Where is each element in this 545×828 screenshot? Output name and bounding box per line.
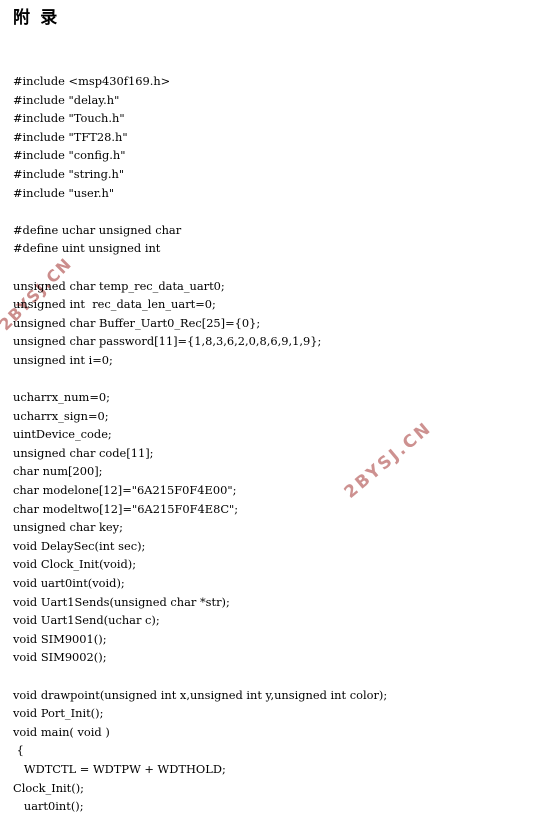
code-line: unsigned int i=0; <box>13 352 113 367</box>
code-line: unsigned char temp_rec_data_uart0; <box>13 278 225 293</box>
code-line: ucharrx_sign=0; <box>13 408 109 423</box>
code-line: void Uart1Send(uchar c); <box>13 613 160 628</box>
code-line: unsigned char key; <box>13 520 123 535</box>
source-code-block: #include <msp430f169.h> #include "delay.h… <box>13 72 533 816</box>
document-page: 附 录 2BYSJ.CN 2BYSJ.CN #include <msp430f1… <box>0 0 545 828</box>
code-line: #define uchar unsigned char <box>13 222 182 237</box>
code-line: unsigned char code[11]; <box>13 445 154 460</box>
code-line: unsigned int rec_data_len_uart=0; <box>13 297 216 312</box>
code-line: void SIM9002(); <box>13 650 107 665</box>
code-line: void SIM9001(); <box>13 631 107 646</box>
code-line: uintDevice_code; <box>13 427 112 442</box>
code-line: void main( void ) <box>13 724 110 739</box>
code-line: #include "delay.h" <box>13 92 120 107</box>
code-line: void drawpoint(unsigned int x,unsigned i… <box>13 687 388 702</box>
code-line: { <box>13 743 24 758</box>
code-line: void DelaySec(int sec); <box>13 538 146 553</box>
code-line: char modelone[12]="6A215F0F4E00"; <box>13 483 237 498</box>
code-line: unsigned char Buffer_Uart0_Rec[25]={0}; <box>13 315 261 330</box>
code-line: void uart0int(void); <box>13 576 125 591</box>
code-line: #include "Touch.h" <box>13 111 125 126</box>
code-line: char num[200]; <box>13 464 103 479</box>
code-line: void Clock_Init(void); <box>13 557 137 572</box>
code-line: unsigned char password[11]={1,8,3,6,2,0,… <box>13 334 322 349</box>
code-line: #include <msp430f169.h> <box>13 74 171 88</box>
code-line: #define uint unsigned int <box>13 241 161 256</box>
code-line: #include "TFT28.h" <box>13 129 128 144</box>
code-line: void Port_Init(); <box>13 706 104 721</box>
code-line: Clock_Init(); <box>13 780 84 795</box>
code-line: char modeltwo[12]="6A215F0F4E8C"; <box>13 501 239 516</box>
code-line: uart0int(); <box>13 799 84 814</box>
code-line: #include "user.h" <box>13 185 115 200</box>
code-line: #include "config.h" <box>13 148 126 163</box>
code-line: void Uart1Sends(unsigned char *str); <box>13 594 230 609</box>
code-line: WDTCTL = WDTPW + WDTHOLD; <box>13 761 226 776</box>
page-title: 附 录 <box>13 8 61 27</box>
code-line: #include "string.h" <box>13 166 125 181</box>
code-line: ucharrx_num=0; <box>13 390 110 405</box>
